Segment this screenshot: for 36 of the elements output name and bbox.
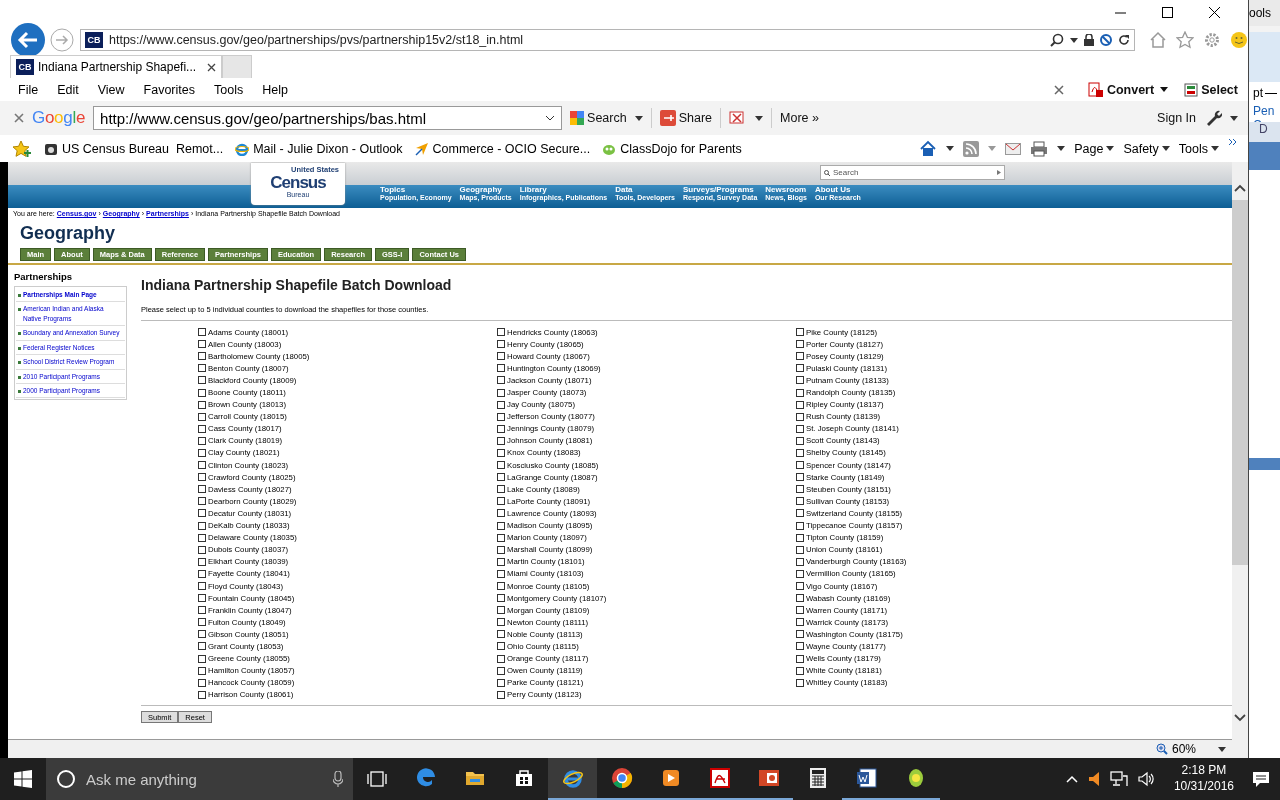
command-menu[interactable]: Safety <box>1123 141 1170 156</box>
browser-tab[interactable]: CB Indiana Partnership Shapefi... <box>10 55 222 78</box>
menu-item[interactable]: Tools <box>214 82 244 97</box>
google-logo: Google <box>32 108 86 128</box>
command-menu[interactable]: Page <box>1074 141 1115 156</box>
toolbar-button[interactable]: Share <box>659 110 712 126</box>
favorite-link[interactable]: Commerce - OCIO Secure... <box>414 141 591 156</box>
window-text: D <box>1259 122 1268 136</box>
sidebar-title: Partnerships <box>14 271 74 282</box>
menu-item[interactable]: Help <box>262 82 288 97</box>
favorite-link[interactable]: US Census Bureau Remot... <box>44 141 224 156</box>
favicon: CB <box>85 32 103 48</box>
sign-in-link[interactable]: Sign In <box>1157 111 1196 125</box>
zoom-level[interactable]: 60% <box>1171 742 1196 756</box>
window-text: ools <box>1249 6 1271 20</box>
address-field[interactable]: CB https://www.census.gov/geo/partnerships/pvs/partnership15v2/st18_in.html <box>80 29 1135 51</box>
window-text: pt <box>1253 86 1263 100</box>
toolbar-button[interactable]: Search <box>570 111 627 125</box>
search-field[interactable]: Ask me anything <box>46 758 353 800</box>
clock-time[interactable]: 2:18 PM <box>1181 763 1227 779</box>
favorite-link[interactable]: Mail - Julie Dixon - Outlook <box>235 141 403 156</box>
menu-item[interactable]: File <box>18 82 39 97</box>
favicon: CB <box>16 59 34 75</box>
menu-item[interactable]: Favorites <box>143 82 195 97</box>
favorite-link[interactable]: ClassDojo for Parents <box>602 141 742 156</box>
page-heading: Indiana Partnership Shapefile Batch Download <box>141 277 453 293</box>
menu-item[interactable]: View <box>97 82 125 97</box>
command-menu[interactable]: Tools <box>1178 141 1219 156</box>
toolbar-button[interactable]: Convert <box>1087 81 1155 98</box>
clock-date[interactable]: 10/31/2016 <box>1173 779 1234 795</box>
menu-item[interactable]: Edit <box>57 82 79 97</box>
section-title: Geography <box>19 222 117 245</box>
search-field[interactable]: Search <box>820 165 1005 180</box>
more-button[interactable]: More » <box>780 111 819 125</box>
toolbar-button[interactable]: Select <box>1184 82 1238 97</box>
url-field[interactable]: http://www.census.gov/geo/partnerships/bas.html <box>93 106 563 130</box>
